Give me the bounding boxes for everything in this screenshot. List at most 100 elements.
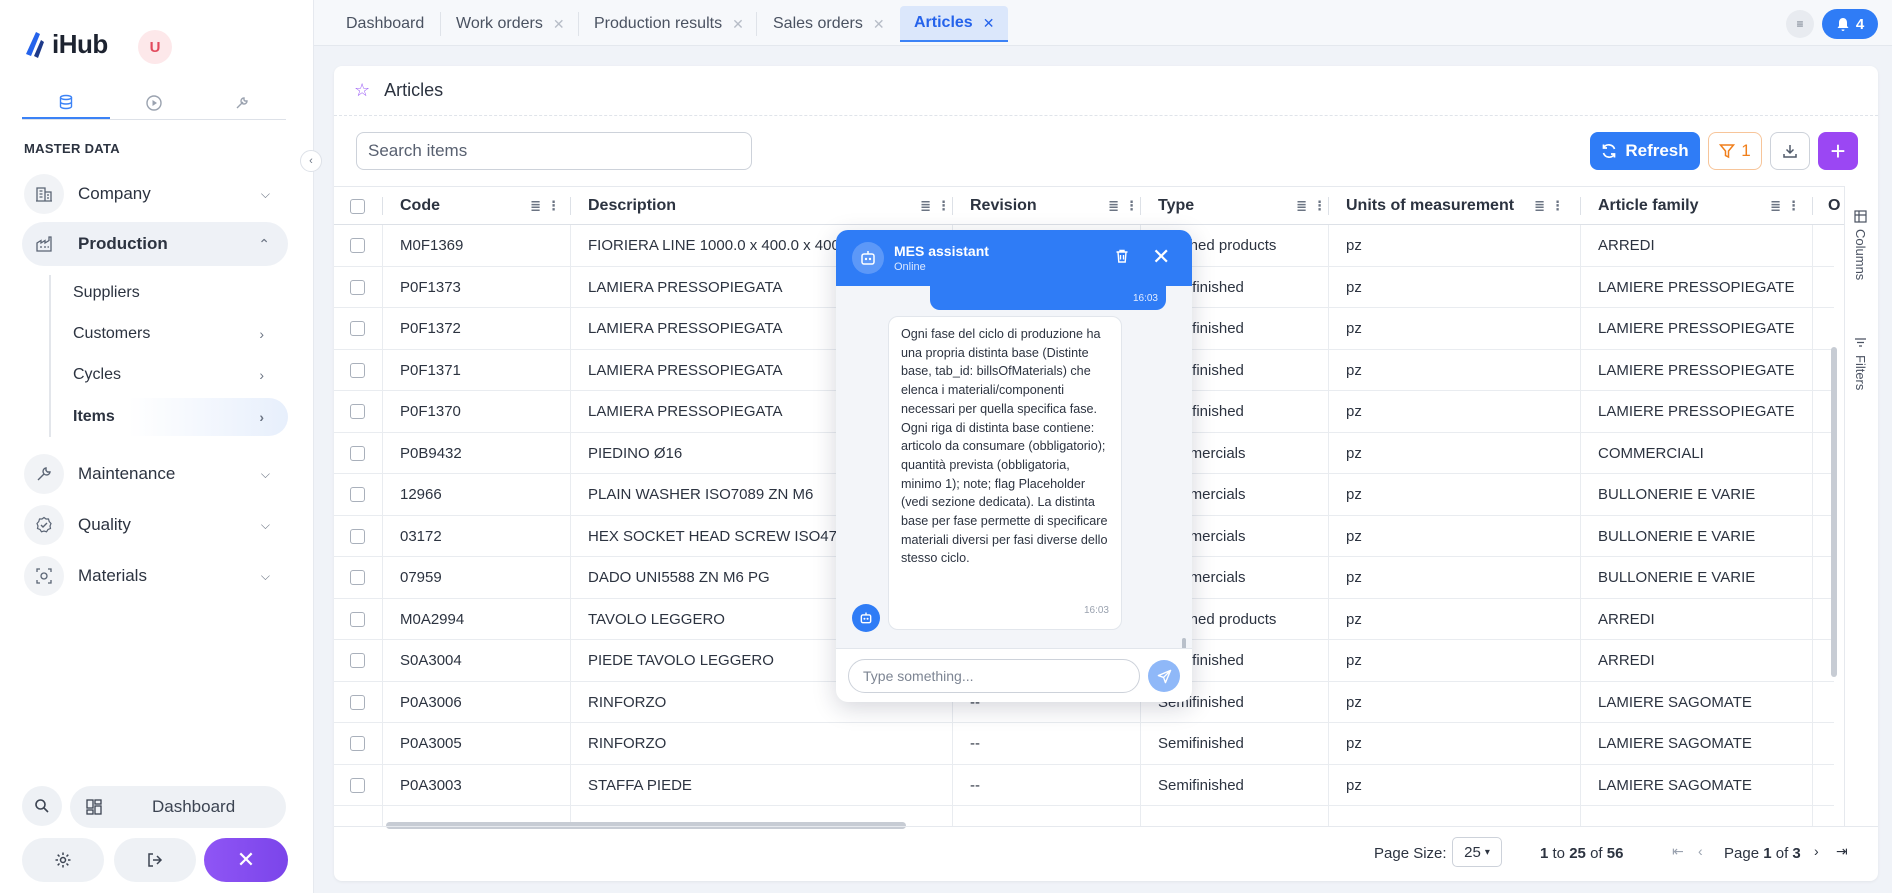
checkbox[interactable] xyxy=(350,777,365,793)
filter-button[interactable]: 1 xyxy=(1708,132,1762,170)
tab-production-results[interactable]: Production results ✕ xyxy=(594,6,744,42)
nav-company[interactable]: Company ⌵ xyxy=(22,172,288,216)
close-tab-icon[interactable]: ✕ xyxy=(732,16,744,33)
column-filter-icon[interactable]: ≣⋮ xyxy=(1108,198,1144,214)
chevron-down-icon: ⌵ xyxy=(260,466,270,481)
star-icon[interactable]: ☆ xyxy=(354,80,370,101)
tab-execution[interactable] xyxy=(110,86,198,119)
column-label: Article family xyxy=(1598,197,1699,214)
settings-button[interactable] xyxy=(22,838,104,882)
tab-master-data[interactable] xyxy=(22,86,110,119)
vertical-scrollbar[interactable] xyxy=(1831,347,1837,677)
checkbox[interactable] xyxy=(350,404,365,420)
chat-input[interactable]: Type something... xyxy=(848,659,1140,693)
logo-mark-icon xyxy=(26,32,44,58)
row-select[interactable] xyxy=(350,474,380,516)
tab-sales-orders[interactable]: Sales orders ✕ xyxy=(773,6,885,42)
row-select[interactable] xyxy=(350,267,380,309)
row-select[interactable] xyxy=(350,682,380,724)
checkbox[interactable] xyxy=(350,487,365,503)
nav-production[interactable]: Production ⌃ xyxy=(22,222,288,266)
column-header-revision[interactable]: Revision ≣⋮ xyxy=(970,187,1158,225)
refresh-button[interactable]: Refresh xyxy=(1590,132,1700,170)
app-logo[interactable]: iHub xyxy=(22,28,108,60)
row-select[interactable] xyxy=(350,391,380,433)
column-header-other[interactable]: O xyxy=(1828,187,1844,225)
row-select[interactable] xyxy=(350,516,380,558)
tab-dashboard[interactable]: Dashboard xyxy=(346,6,424,42)
nav-materials[interactable]: Materials ⌵ xyxy=(22,554,288,598)
table-row[interactable]: P0A3003 STAFFA PIEDE -- Semifinished pz LAMIE… xyxy=(334,765,1834,807)
row-select[interactable] xyxy=(350,723,380,765)
nav-quality[interactable]: Quality ⌵ xyxy=(22,503,288,547)
checkbox[interactable] xyxy=(350,653,365,669)
range-to: 25 xyxy=(1569,845,1586,862)
row-select[interactable] xyxy=(350,557,380,599)
sub-item-suppliers[interactable]: Suppliers xyxy=(60,274,288,312)
send-button[interactable] xyxy=(1148,660,1180,692)
page-size-select[interactable]: 25 ▾ xyxy=(1452,837,1502,867)
column-header-article-family[interactable]: Article family ≣⋮ xyxy=(1598,187,1820,225)
checkbox[interactable] xyxy=(350,321,365,337)
chat-scrollbar[interactable] xyxy=(1182,638,1186,648)
checkbox[interactable] xyxy=(350,570,365,586)
row-select[interactable] xyxy=(350,433,380,475)
trash-icon[interactable] xyxy=(1114,248,1130,268)
close-tab-icon[interactable]: ✕ xyxy=(983,15,995,32)
checkbox[interactable] xyxy=(350,279,365,295)
column-filter-icon[interactable]: ≣⋮ xyxy=(1534,198,1570,214)
checkbox[interactable] xyxy=(350,198,365,214)
first-page-icon[interactable]: ⇤ xyxy=(1672,843,1684,860)
row-select[interactable] xyxy=(350,765,380,807)
sidebar-collapse-button[interactable]: ‹ xyxy=(300,150,322,172)
column-label: Units of measurement xyxy=(1346,197,1515,214)
sub-item-customers[interactable]: Customers › xyxy=(60,315,288,353)
checkbox[interactable] xyxy=(350,528,365,544)
next-page-icon[interactable]: › xyxy=(1814,843,1819,859)
row-select[interactable] xyxy=(350,599,380,641)
column-filter-icon[interactable]: ≣⋮ xyxy=(530,198,566,214)
checkbox[interactable] xyxy=(350,238,365,254)
tab-work-orders[interactable]: Work orders ✕ xyxy=(456,6,565,42)
menu-button[interactable]: ≡ xyxy=(1786,10,1814,38)
select-all-checkbox[interactable] xyxy=(350,187,380,225)
column-filter-icon[interactable]: ≣⋮ xyxy=(1770,198,1806,214)
row-select[interactable] xyxy=(350,350,380,392)
checkbox[interactable] xyxy=(350,736,365,752)
column-header-code[interactable]: Code ≣⋮ xyxy=(400,187,580,225)
close-chat-icon[interactable]: ✕ xyxy=(1152,244,1170,270)
close-button[interactable]: ✕ xyxy=(204,838,288,882)
row-select[interactable] xyxy=(350,225,380,267)
column-filter-icon[interactable]: ≣⋮ xyxy=(920,198,956,214)
logout-button[interactable] xyxy=(114,838,196,882)
column-filter-icon[interactable]: ≣⋮ xyxy=(1296,198,1332,214)
sub-item-items[interactable]: Items › xyxy=(60,398,288,436)
close-tab-icon[interactable]: ✕ xyxy=(873,16,885,33)
search-input[interactable]: Search items xyxy=(356,132,752,170)
checkbox[interactable] xyxy=(350,445,365,461)
column-header-type[interactable]: Type ≣⋮ xyxy=(1158,187,1346,225)
close-tab-icon[interactable]: ✕ xyxy=(553,16,565,33)
dashboard-button[interactable]: Dashboard xyxy=(70,786,286,828)
columns-toggle[interactable]: Columns xyxy=(1853,210,1868,280)
sub-item-cycles[interactable]: Cycles › xyxy=(60,356,288,394)
download-button[interactable] xyxy=(1770,132,1810,170)
tab-articles[interactable]: Articles ✕ xyxy=(900,6,1009,42)
checkbox[interactable] xyxy=(350,611,365,627)
filters-toggle[interactable]: Filters xyxy=(1853,336,1868,390)
tab-tools[interactable] xyxy=(198,86,286,119)
table-row[interactable]: P0A3005 RINFORZO -- Semifinished pz LAMIERE S… xyxy=(334,723,1834,765)
last-page-icon[interactable]: ⇥ xyxy=(1836,843,1848,860)
row-select[interactable] xyxy=(350,640,380,682)
avatar[interactable]: U xyxy=(138,30,172,64)
prev-page-icon[interactable]: ‹ xyxy=(1698,843,1703,859)
search-button[interactable] xyxy=(22,786,62,826)
column-header-uom[interactable]: Units of measurement ≣⋮ xyxy=(1346,187,1584,225)
checkbox[interactable] xyxy=(350,362,365,378)
row-select[interactable] xyxy=(350,308,380,350)
nav-maintenance[interactable]: Maintenance ⌵ xyxy=(22,452,288,496)
add-article-button[interactable]: + xyxy=(1818,132,1858,170)
column-header-description[interactable]: Description ≣⋮ xyxy=(588,187,970,225)
notifications-button[interactable]: 4 xyxy=(1822,9,1878,39)
checkbox[interactable] xyxy=(350,694,365,710)
